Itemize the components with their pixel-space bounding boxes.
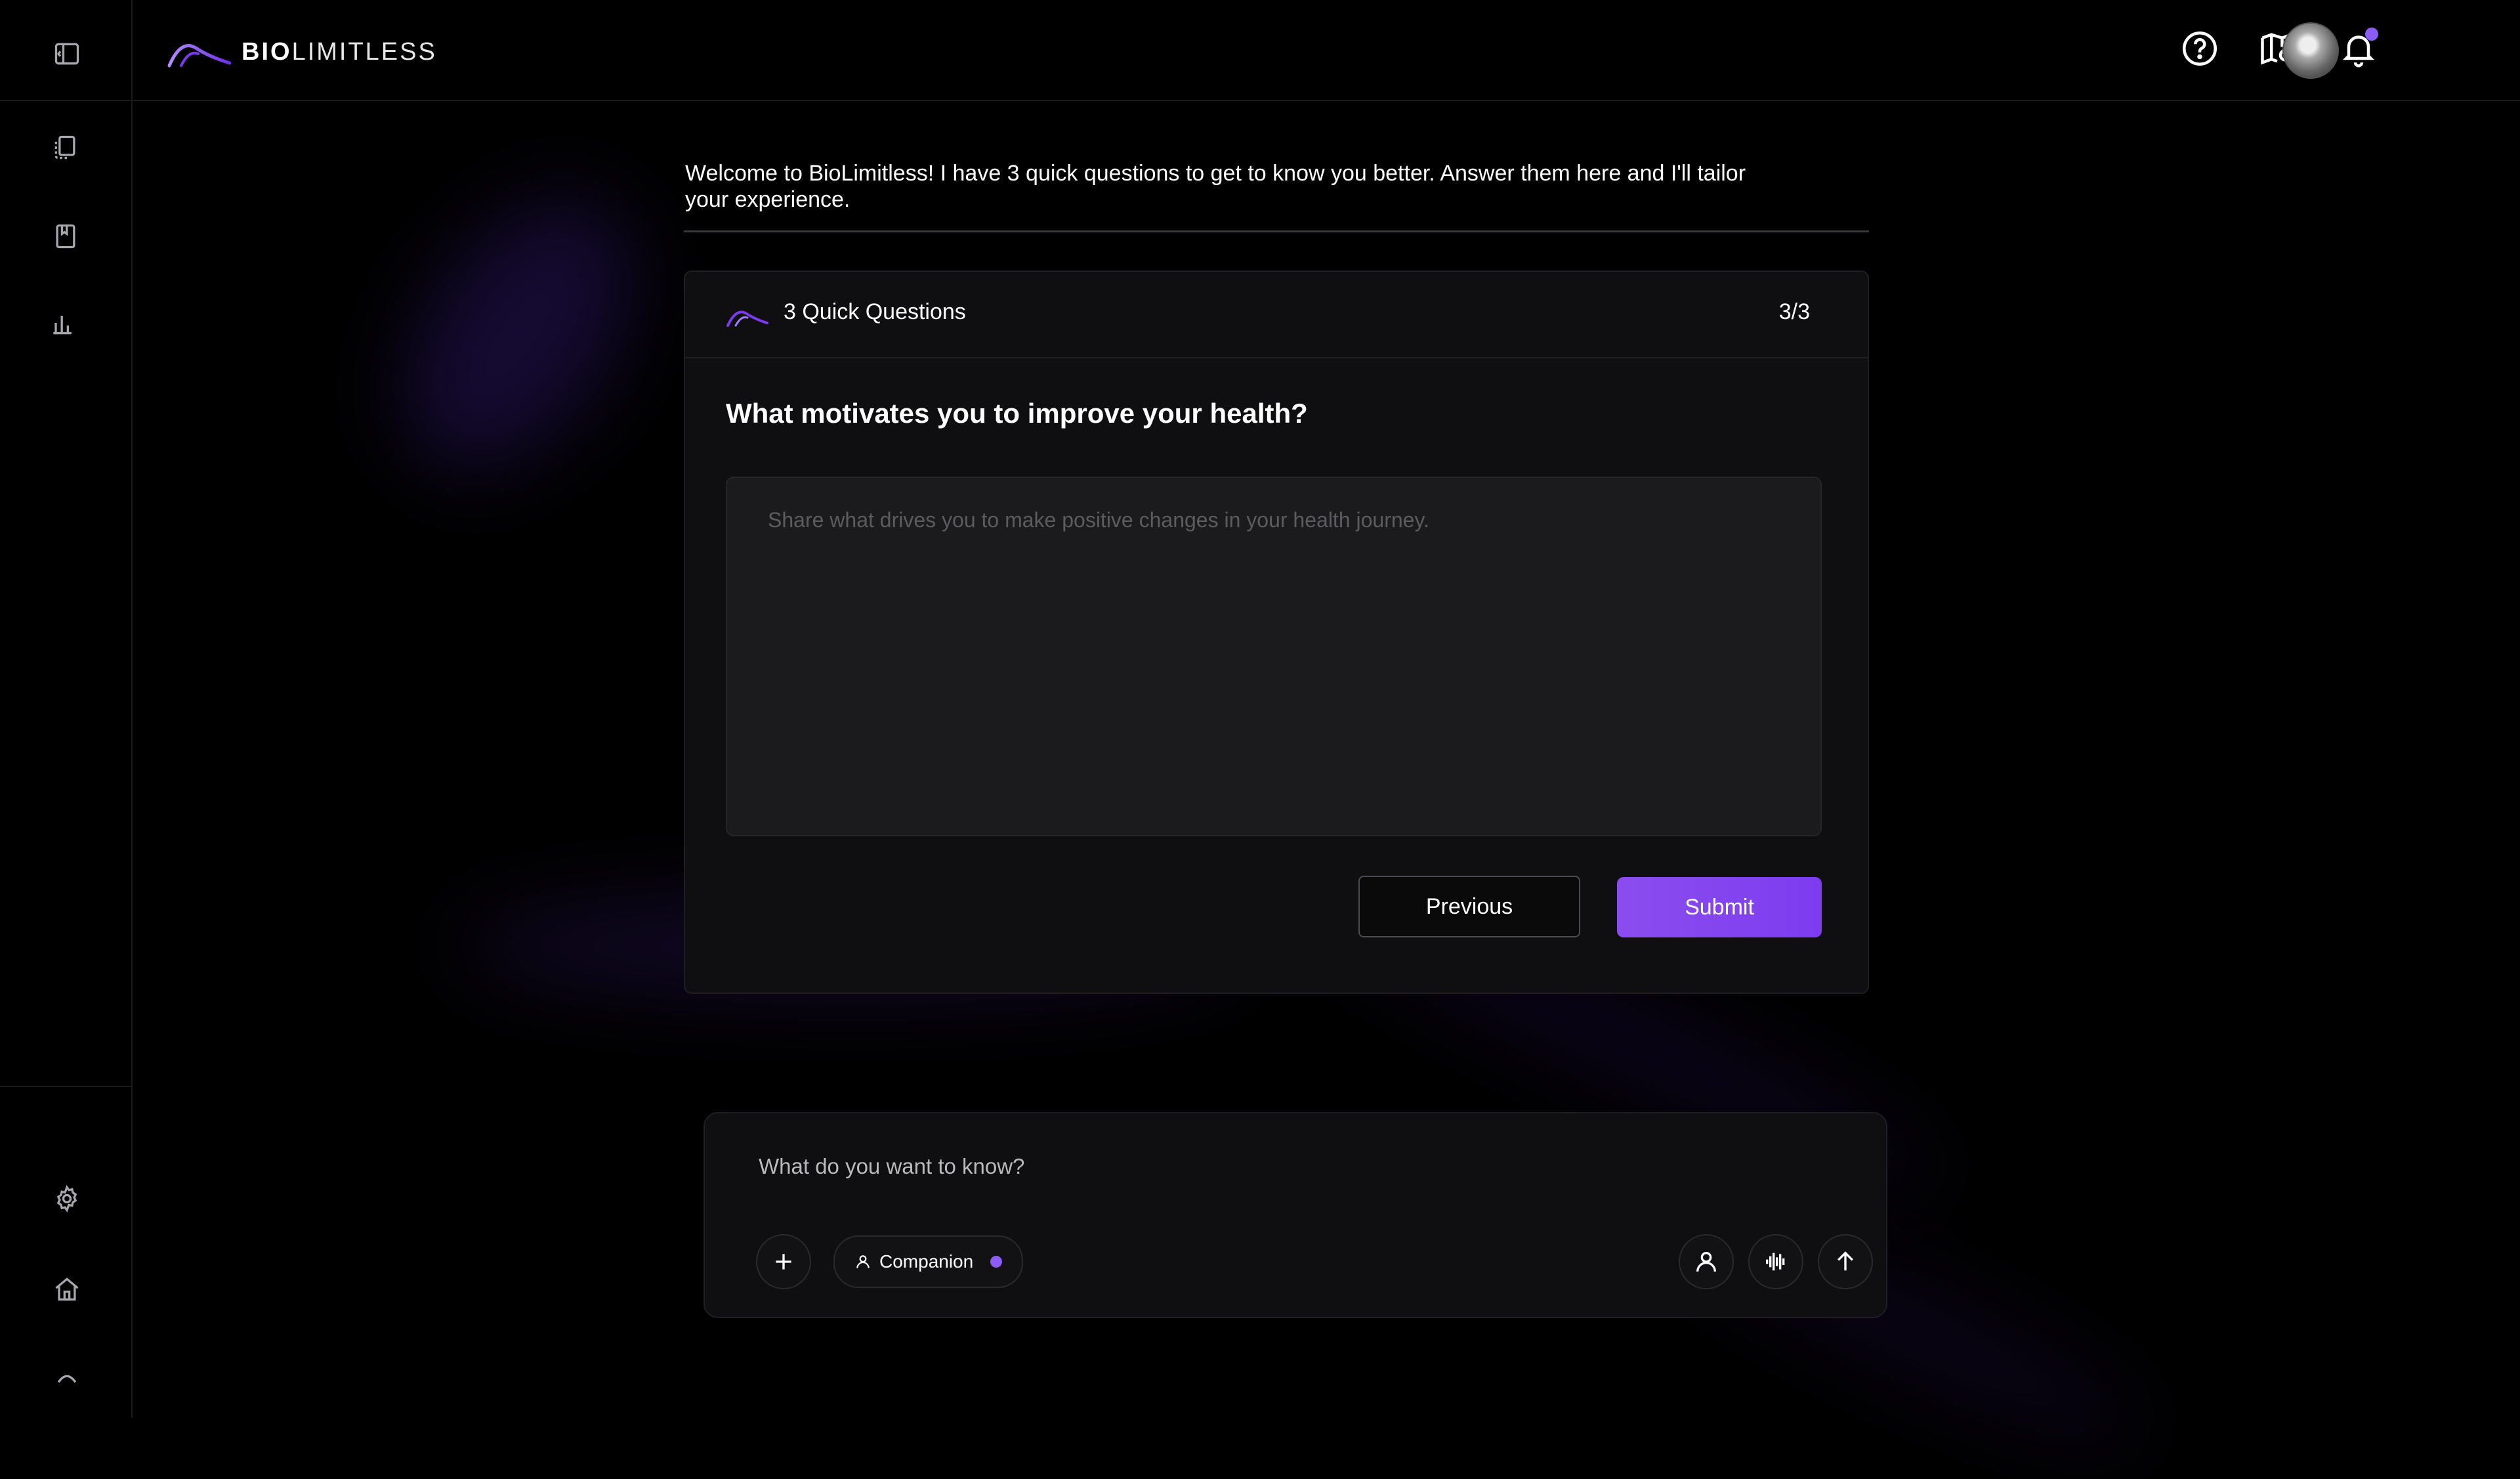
sidebar-toggle-button[interactable] — [47, 34, 87, 74]
chat-composer: Companion — [704, 1112, 1887, 1318]
bookmark-icon — [56, 224, 75, 249]
help-icon — [2183, 32, 2217, 66]
notifications-button[interactable] — [2332, 22, 2385, 75]
gear-icon — [56, 1185, 77, 1212]
help-button[interactable] — [2174, 22, 2226, 75]
brand-wordmark-bold: BIO — [242, 37, 292, 66]
brand-logo[interactable]: BIOLIMITLESS — [167, 34, 437, 70]
notification-dot — [2365, 28, 2378, 41]
logo-mark-icon — [167, 44, 232, 68]
mode-label: Companion — [879, 1251, 974, 1272]
person-icon — [1696, 1252, 1716, 1272]
brand-wordmark: BIOLIMITLESS — [242, 38, 437, 66]
documents-icon — [54, 135, 75, 160]
sidebar-divider — [0, 1086, 131, 1087]
plus-icon — [776, 1254, 791, 1270]
arrow-up-icon — [1837, 1251, 1854, 1271]
quick-questions-card: 3 Quick Questions 3/3 What motivates you… — [684, 270, 1869, 994]
answer-textarea[interactable] — [726, 477, 1822, 836]
sidebar — [0, 0, 133, 1418]
profile-button[interactable] — [1679, 1234, 1734, 1289]
question-text: What motivates you to improve your healt… — [726, 398, 1308, 429]
avatar[interactable] — [2282, 22, 2339, 79]
mode-chip[interactable]: Companion — [833, 1235, 1024, 1288]
send-button[interactable] — [1818, 1234, 1873, 1289]
bar-chart-icon — [53, 316, 72, 335]
sidebar-item-documents[interactable] — [46, 128, 85, 167]
welcome-message: Welcome to BioLimitless! I have 3 quick … — [685, 161, 1746, 212]
voice-input-button[interactable] — [1748, 1234, 1803, 1289]
sidebar-item-bookmarks[interactable] — [46, 217, 85, 256]
mode-status-dot — [990, 1256, 1003, 1268]
sidebar-brand-mark[interactable] — [47, 1359, 87, 1398]
submit-button[interactable]: Submit — [1617, 877, 1822, 937]
card-title: 3 Quick Questions — [784, 299, 966, 324]
sidebar-item-settings[interactable] — [47, 1179, 87, 1218]
welcome-divider — [684, 230, 1869, 232]
previous-button[interactable]: Previous — [1358, 876, 1580, 937]
audio-wave-icon — [1766, 1253, 1785, 1271]
chat-input[interactable] — [757, 1146, 1810, 1187]
add-attachment-button[interactable] — [756, 1234, 811, 1289]
top-bar: BIOLIMITLESS — [133, 0, 2520, 101]
background-glow — [356, 158, 681, 511]
logo-mark-icon — [726, 311, 768, 327]
sidebar-toggle-icon — [54, 43, 79, 65]
logo-mark-icon — [57, 1375, 77, 1383]
sidebar-item-analytics[interactable] — [43, 303, 83, 343]
person-icon — [856, 1255, 870, 1268]
question-counter: 3/3 — [1778, 299, 1810, 324]
home-icon — [55, 1277, 79, 1301]
brand-wordmark-light: LIMITLESS — [291, 37, 437, 66]
card-header: 3 Quick Questions 3/3 — [685, 272, 1868, 358]
sidebar-item-home[interactable] — [47, 1270, 87, 1309]
